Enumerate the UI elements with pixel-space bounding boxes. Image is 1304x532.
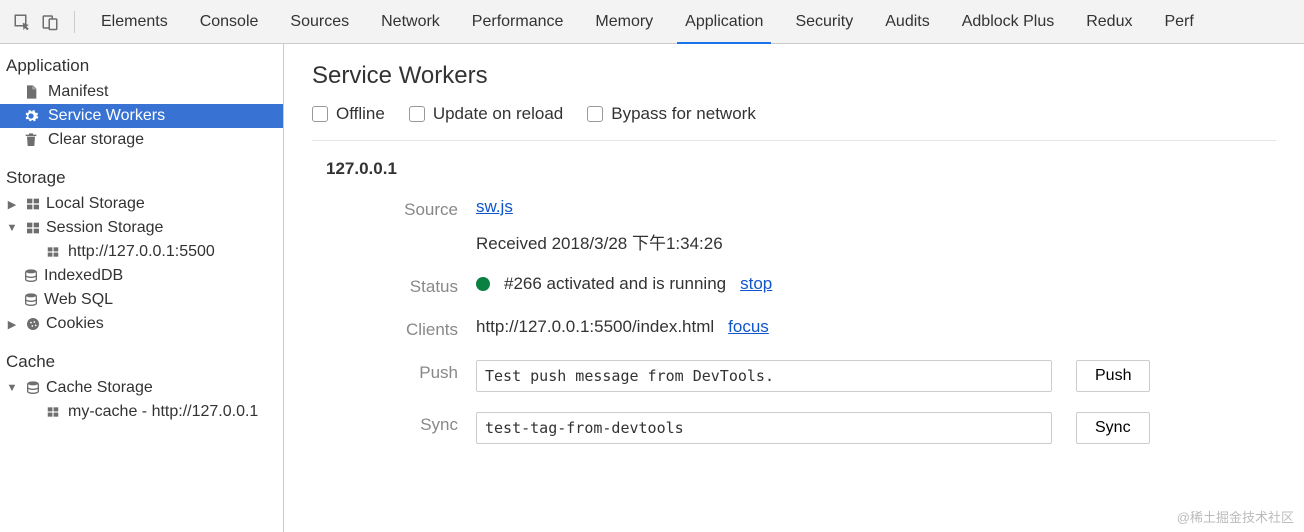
group-storage: Storage [0, 162, 283, 192]
check-label: Offline [336, 104, 385, 124]
origin-heading: 127.0.0.1 [312, 159, 1276, 179]
panel-title: Service Workers [312, 62, 1276, 90]
sidebar-item-label: Service Workers [48, 107, 165, 125]
grid-icon [24, 219, 42, 237]
tree-label: http://127.0.0.1:5500 [68, 243, 215, 261]
tab-performance[interactable]: Performance [456, 0, 580, 43]
status-text: #266 activated and is running [504, 274, 726, 294]
database-icon [24, 379, 42, 397]
sidebar-item-label: Manifest [48, 83, 108, 101]
sidebar-item-clear-storage[interactable]: Clear storage [0, 128, 283, 152]
checkbox-icon [587, 106, 603, 122]
sync-button[interactable]: Sync [1076, 412, 1150, 444]
checkbox-icon [312, 106, 328, 122]
sidebar-item-manifest[interactable]: Manifest [0, 80, 283, 104]
device-toggle-icon[interactable] [36, 8, 64, 36]
focus-link[interactable]: focus [728, 317, 769, 337]
tree-indexeddb[interactable]: IndexedDB [0, 264, 283, 288]
group-application: Application [0, 50, 283, 80]
row-label: Status [326, 274, 476, 297]
database-icon [22, 267, 40, 285]
row-source: Source sw.js Received 2018/3/28 下午1:34:2… [326, 197, 1276, 254]
group-cache: Cache [0, 346, 283, 376]
chevron-down-icon: ▼ [6, 382, 18, 394]
tab-redux[interactable]: Redux [1070, 0, 1148, 43]
tree-cache-storage[interactable]: ▼ Cache Storage [0, 376, 283, 400]
sw-options-row: Offline Update on reload Bypass for netw… [312, 104, 1276, 141]
grid-icon [44, 243, 62, 261]
tab-adblock-plus[interactable]: Adblock Plus [946, 0, 1071, 43]
check-offline[interactable]: Offline [312, 104, 385, 124]
chevron-right-icon: ▶ [6, 198, 18, 211]
sync-input[interactable] [476, 412, 1052, 444]
status-dot-icon [476, 277, 490, 291]
sidebar-item-service-workers[interactable]: Service Workers [0, 104, 283, 128]
row-label: Source [326, 197, 476, 220]
tree-label: IndexedDB [44, 267, 123, 285]
tab-sources[interactable]: Sources [274, 0, 365, 43]
service-workers-panel: Service Workers Offline Update on reload… [284, 44, 1304, 532]
tab-memory[interactable]: Memory [579, 0, 669, 43]
check-bypass-for-network[interactable]: Bypass for network [587, 104, 756, 124]
received-text: Received 2018/3/28 下午1:34:26 [476, 229, 723, 254]
database-icon [22, 291, 40, 309]
tree-label: Cookies [46, 315, 104, 333]
tab-elements[interactable]: Elements [85, 0, 184, 43]
tree-label: Session Storage [46, 219, 163, 237]
panel-tabs: Elements Console Sources Network Perform… [85, 0, 1210, 43]
tree-session-storage[interactable]: ▼ Session Storage [0, 216, 283, 240]
main-area: Application Manifest Service Workers Cle… [0, 44, 1304, 532]
row-label: Sync [326, 412, 476, 435]
tree-label: Local Storage [46, 195, 145, 213]
tree-label: Cache Storage [46, 379, 153, 397]
sidebar-item-label: Clear storage [48, 131, 144, 149]
inspect-icon[interactable] [8, 8, 36, 36]
tree-cache-entry[interactable]: my-cache - http://127.0.0.1 [0, 400, 283, 424]
tab-application[interactable]: Application [669, 0, 779, 43]
row-sync: Sync Sync [326, 412, 1276, 444]
chevron-down-icon: ▼ [6, 222, 18, 234]
check-label: Update on reload [433, 104, 563, 124]
tab-security[interactable]: Security [779, 0, 869, 43]
tab-audits[interactable]: Audits [869, 0, 945, 43]
tree-label: Web SQL [44, 291, 113, 309]
tab-console[interactable]: Console [184, 0, 275, 43]
tab-perf[interactable]: Perf [1148, 0, 1209, 43]
row-clients: Clients http://127.0.0.1:5500/index.html… [326, 317, 1276, 340]
gear-icon [22, 107, 40, 125]
watermark: @稀土掘金技术社区 [1177, 507, 1294, 526]
row-status: Status #266 activated and is running sto… [326, 274, 1276, 297]
row-push: Push Push [326, 360, 1276, 392]
separator [74, 11, 75, 33]
tree-cookies[interactable]: ▶ Cookies [0, 312, 283, 336]
cookie-icon [24, 315, 42, 333]
push-input[interactable] [476, 360, 1052, 392]
row-label: Push [326, 360, 476, 383]
checkbox-icon [409, 106, 425, 122]
tab-network[interactable]: Network [365, 0, 456, 43]
client-url: http://127.0.0.1:5500/index.html [476, 317, 714, 337]
chevron-right-icon: ▶ [6, 318, 18, 331]
trash-icon [22, 131, 40, 149]
grid-icon [24, 195, 42, 213]
grid-icon [44, 403, 62, 421]
devtools-toolbar: Elements Console Sources Network Perform… [0, 0, 1304, 44]
source-link[interactable]: sw.js [476, 197, 513, 217]
stop-link[interactable]: stop [740, 274, 772, 294]
push-button[interactable]: Push [1076, 360, 1150, 392]
check-update-on-reload[interactable]: Update on reload [409, 104, 563, 124]
file-icon [22, 83, 40, 101]
tree-label: my-cache - http://127.0.0.1 [68, 403, 258, 421]
tree-local-storage[interactable]: ▶ Local Storage [0, 192, 283, 216]
check-label: Bypass for network [611, 104, 756, 124]
tree-web-sql[interactable]: Web SQL [0, 288, 283, 312]
tree-session-storage-origin[interactable]: http://127.0.0.1:5500 [0, 240, 283, 264]
row-label: Clients [326, 317, 476, 340]
application-sidebar: Application Manifest Service Workers Cle… [0, 44, 284, 532]
